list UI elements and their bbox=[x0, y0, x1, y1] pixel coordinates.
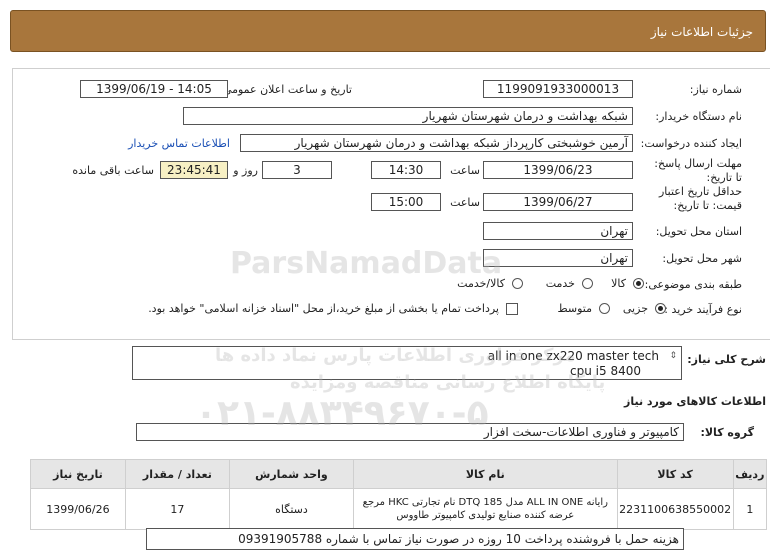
cell-row-number: 1 bbox=[732, 488, 768, 530]
remaining-time-field: 23:45:41 bbox=[160, 161, 228, 179]
validity-time-field: 15:00 bbox=[371, 193, 441, 211]
process-medium-label: متوسط bbox=[557, 302, 592, 315]
resize-handle-icon[interactable]: ⇕ bbox=[669, 349, 677, 364]
creator-field: آرمین خوشبختی کارپرداز شبکه بهداشت و درم… bbox=[240, 134, 633, 152]
province-label: استان محل تحویل: bbox=[655, 225, 742, 238]
col-goods-code: کد کالا bbox=[616, 459, 734, 489]
page-header: جزئیات اطلاعات نیاز bbox=[10, 10, 766, 52]
price-validity-label: حداقل تاریخ اعتبار قیمت: تا تاریخ: bbox=[658, 185, 742, 212]
process-minor-label: جزیی bbox=[622, 302, 648, 315]
deadline-time-field: 14:30 bbox=[371, 161, 441, 179]
buyer-field: شبکه بهداشت و درمان شهرستان شهریار bbox=[183, 107, 633, 125]
goods-section-title: اطلاعات کالاهای مورد نیاز bbox=[624, 395, 766, 408]
goods-group-field: کامپیوتر و فناوری اطلاعات-سخت افزار bbox=[136, 423, 684, 441]
goods-group-label: گروه کالا: bbox=[700, 426, 754, 439]
category-label: طبقه بندی موضوعی: bbox=[644, 278, 742, 291]
remaining-time-label: ساعت باقی مانده bbox=[72, 164, 154, 177]
goods-table: تاریخ نیاز تعداد / مقدار واحد شمارش نام … bbox=[30, 459, 768, 530]
category-goods-service-radio[interactable] bbox=[512, 278, 523, 289]
description-line-2: cpu i5 8400 bbox=[570, 364, 641, 378]
deadline-time-label: ساعت bbox=[450, 164, 480, 177]
process-minor-radio[interactable] bbox=[655, 303, 666, 314]
col-quantity: تعداد / مقدار bbox=[124, 459, 230, 489]
cell-need-date: 1399/06/26 bbox=[30, 488, 126, 530]
description-label: شرح کلی نیاز: bbox=[687, 353, 766, 366]
footer-note-field: هزینه حمل با فروشنده پرداخت 10 روزه در ص… bbox=[146, 528, 684, 550]
category-service-label: خدمت bbox=[545, 277, 575, 290]
description-line-1: all in one zx220 master tech bbox=[487, 349, 659, 363]
need-number-label: شماره نیاز: bbox=[689, 83, 742, 96]
cell-goods-name: رایانه ALL IN ONE مدل DTQ 185 نام تجارتی… bbox=[353, 488, 618, 530]
table-row[interactable]: 1399/06/26 17 دستگاه رایانه ALL IN ONE م… bbox=[30, 488, 768, 530]
deadline-date-field: 1399/06/23 bbox=[483, 161, 633, 179]
cell-goods-code: 2231100638550002 bbox=[616, 488, 734, 530]
buyer-contact-link[interactable]: اطلاعات تماس خریدار bbox=[128, 137, 230, 150]
col-row-number: ردیف bbox=[732, 459, 768, 489]
days-remaining-field: 3 bbox=[262, 161, 332, 179]
cell-unit: دستگاه bbox=[228, 488, 355, 530]
treasury-payment-note: پرداخت تمام یا بخشی از مبلغ خرید،از محل … bbox=[148, 302, 499, 315]
table-header-row: تاریخ نیاز تعداد / مقدار واحد شمارش نام … bbox=[30, 459, 768, 489]
validity-date-field: 1399/06/27 bbox=[483, 193, 633, 211]
col-unit: واحد شمارش bbox=[228, 459, 355, 489]
announce-date-field: 1399/06/19 - 14:05 bbox=[80, 80, 228, 98]
need-number-field: 1199091933000013 bbox=[483, 80, 633, 98]
validity-time-label: ساعت bbox=[450, 196, 480, 209]
deadline-label: مهلت ارسال پاسخ: تا تاریخ: bbox=[654, 157, 742, 184]
col-need-date: تاریخ نیاز bbox=[30, 459, 126, 489]
category-goods-label: کالا bbox=[611, 277, 626, 290]
buyer-label: نام دستگاه خریدار: bbox=[655, 110, 742, 123]
category-goods-service-label: کالا/خدمت bbox=[457, 277, 505, 290]
cell-quantity: 17 bbox=[124, 488, 230, 530]
description-textarea[interactable]: all in one zx220 master tech cpu i5 8400… bbox=[132, 346, 682, 380]
days-label: روز و bbox=[233, 164, 258, 177]
treasury-payment-checkbox[interactable] bbox=[506, 303, 518, 315]
province-field: تهران bbox=[483, 222, 633, 240]
process-type-label: نوع فرآیند خرید : bbox=[664, 303, 742, 316]
creator-label: ایجاد کننده درخواست: bbox=[640, 137, 742, 150]
category-goods-radio[interactable] bbox=[633, 278, 644, 289]
city-field: تهران bbox=[483, 249, 633, 267]
city-label: شهر محل تحویل: bbox=[662, 252, 742, 265]
page-title: جزئیات اطلاعات نیاز bbox=[650, 25, 753, 39]
category-service-radio[interactable] bbox=[582, 278, 593, 289]
announce-date-label: تاریخ و ساعت اعلان عمومی: bbox=[219, 83, 352, 96]
process-medium-radio[interactable] bbox=[599, 303, 610, 314]
col-goods-name: نام کالا bbox=[353, 459, 618, 489]
